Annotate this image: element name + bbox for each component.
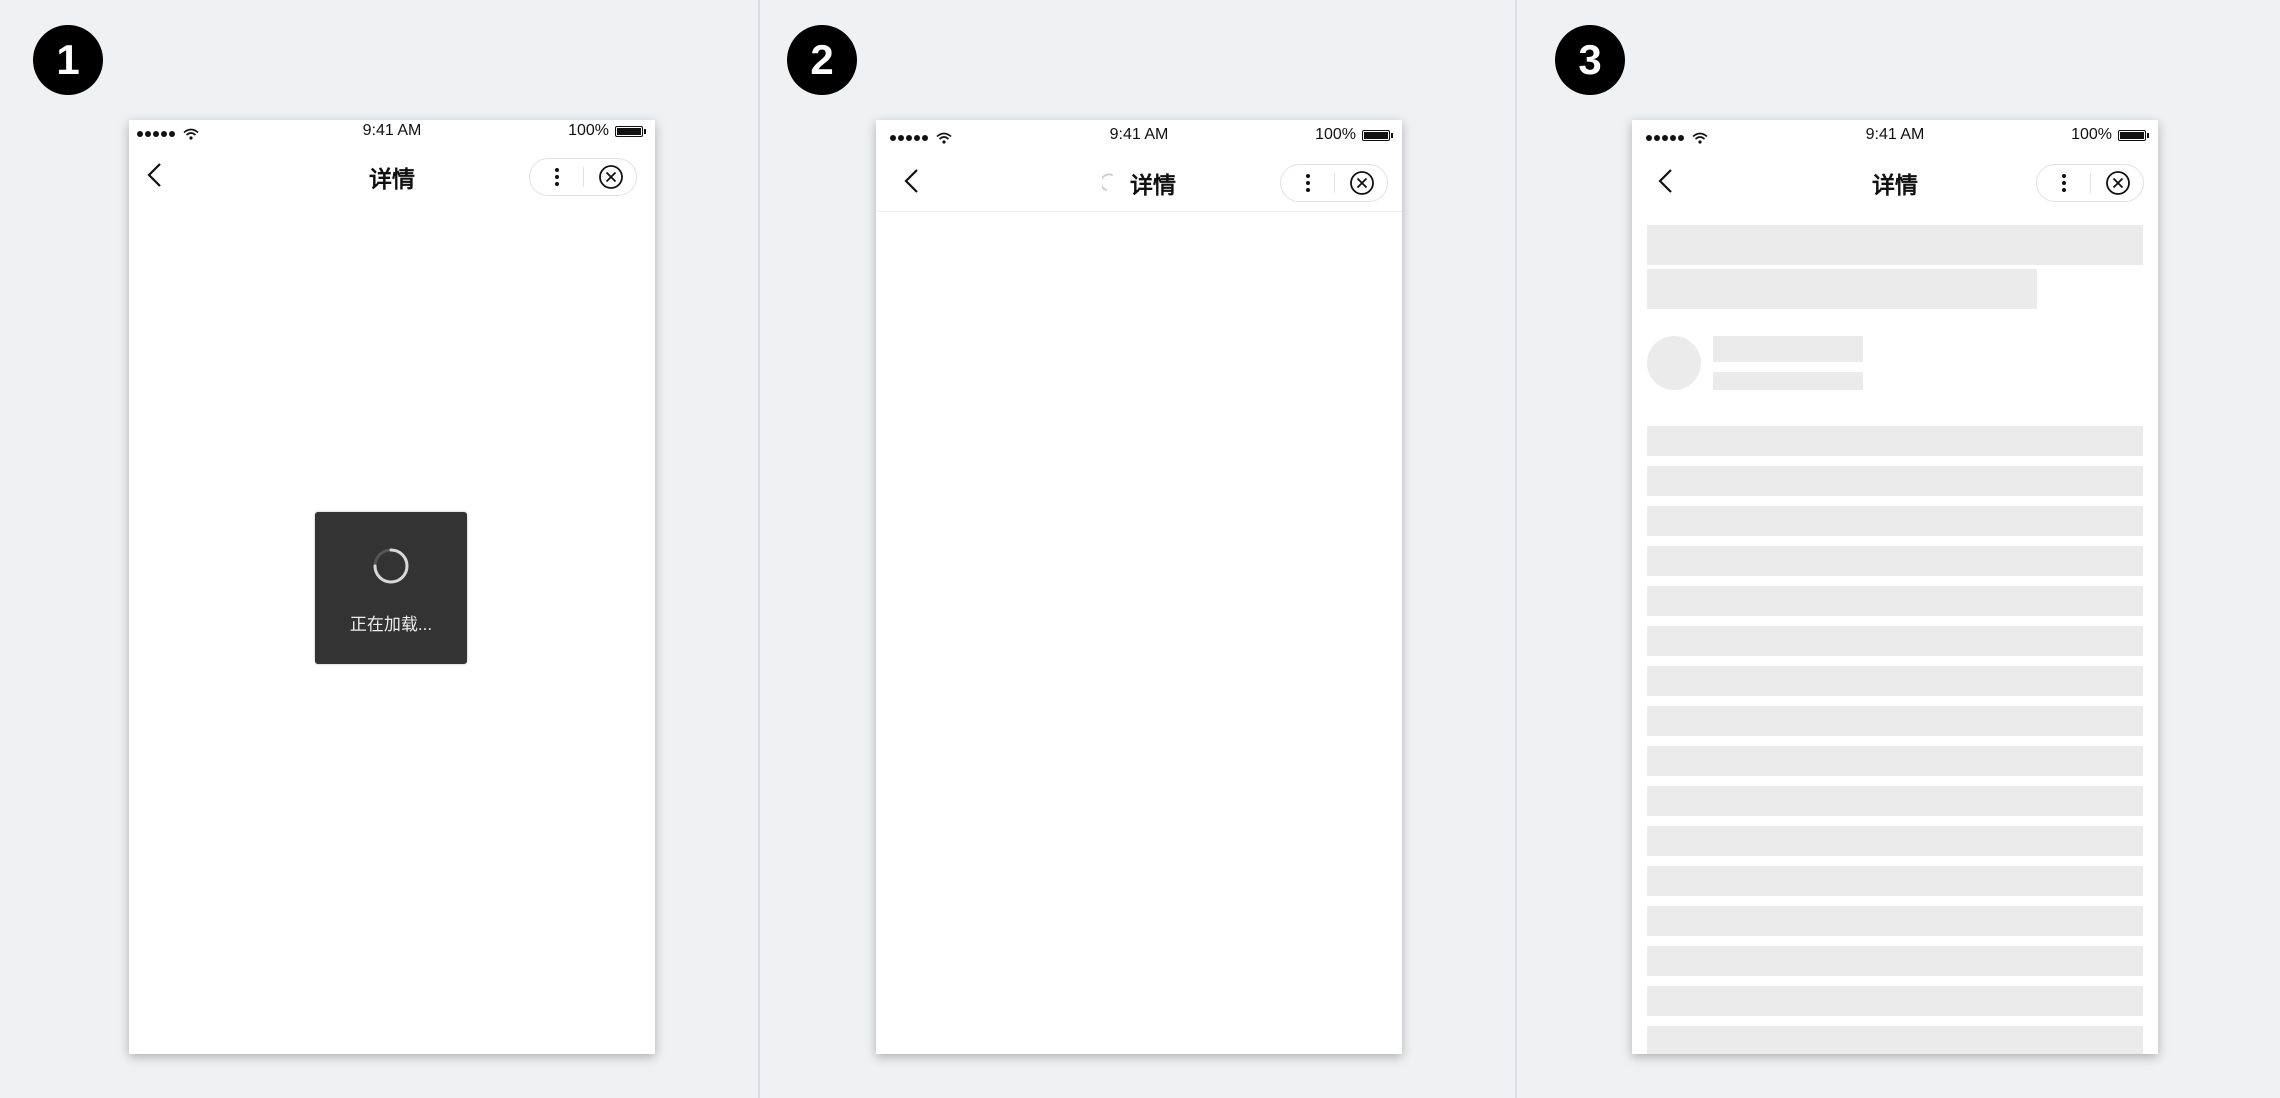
nav-bar: 详情	[876, 150, 1402, 212]
skeleton-line	[1647, 506, 2143, 536]
skeleton-line	[1647, 666, 2143, 696]
step-badge-1: 1	[33, 25, 103, 95]
capsule-menu	[1280, 164, 1388, 202]
panel-divider	[758, 0, 760, 1098]
close-button[interactable]	[2091, 165, 2144, 201]
skeleton-line	[1647, 466, 2143, 496]
page-title: 详情	[1130, 172, 1176, 198]
nav-bar: 详情	[129, 144, 655, 206]
skeleton-line	[1647, 706, 2143, 736]
step-badge-3: 3	[1555, 25, 1625, 95]
skeleton-line	[1647, 946, 2143, 976]
phone-screen-2: 9:41 AM 100% 详情	[876, 120, 1402, 1054]
loading-toast: 正在加载...	[315, 512, 467, 664]
loading-spinner-icon	[373, 548, 409, 584]
more-icon	[2061, 174, 2066, 192]
nav-bar: 详情	[1632, 150, 2158, 212]
battery-percent: 100%	[2071, 126, 2112, 143]
battery-percent: 100%	[1315, 126, 1356, 143]
skeleton-title-line	[1647, 269, 2037, 309]
skeleton-line	[1647, 906, 2143, 936]
close-circle-icon	[2105, 171, 2130, 195]
skeleton-line	[1647, 746, 2143, 776]
battery-icon	[615, 125, 646, 137]
battery-percent: 100%	[568, 122, 609, 139]
close-button[interactable]	[584, 159, 637, 195]
capsule-menu	[529, 158, 637, 196]
close-circle-icon	[598, 165, 623, 189]
skeleton-line	[1647, 1026, 2143, 1054]
panel-divider	[1515, 0, 1517, 1098]
more-icon	[554, 168, 559, 186]
phone-screen-3: 9:41 AM 100% 详情	[1632, 120, 2158, 1054]
skeleton-line	[1647, 826, 2143, 856]
more-button[interactable]	[530, 159, 583, 195]
skeleton-title-line	[1647, 225, 2143, 265]
skeleton-line	[1647, 986, 2143, 1016]
more-icon	[1305, 174, 1310, 192]
skeleton-author-line	[1713, 336, 1863, 362]
close-circle-icon	[1349, 171, 1374, 195]
skeleton-line	[1647, 866, 2143, 896]
more-button[interactable]	[2037, 165, 2090, 201]
battery-icon	[2118, 129, 2149, 141]
capsule-menu	[2036, 164, 2144, 202]
skeleton-line	[1647, 546, 2143, 576]
close-button[interactable]	[1335, 165, 1388, 201]
battery-icon	[1362, 129, 1393, 141]
loading-text: 正在加载...	[349, 615, 433, 634]
more-button[interactable]	[1281, 165, 1334, 201]
skeleton-line	[1647, 626, 2143, 656]
phone-screen-1: 9:41 AM 100% 详情 正在加载...	[129, 120, 655, 1054]
skeleton-line	[1647, 426, 2143, 456]
skeleton-avatar	[1647, 336, 1701, 390]
skeleton-line	[1647, 786, 2143, 816]
step-badge-2: 2	[787, 25, 857, 95]
loading-spinner-icon	[1102, 173, 1113, 191]
skeleton-meta-line	[1713, 372, 1863, 390]
skeleton-line	[1647, 586, 2143, 616]
